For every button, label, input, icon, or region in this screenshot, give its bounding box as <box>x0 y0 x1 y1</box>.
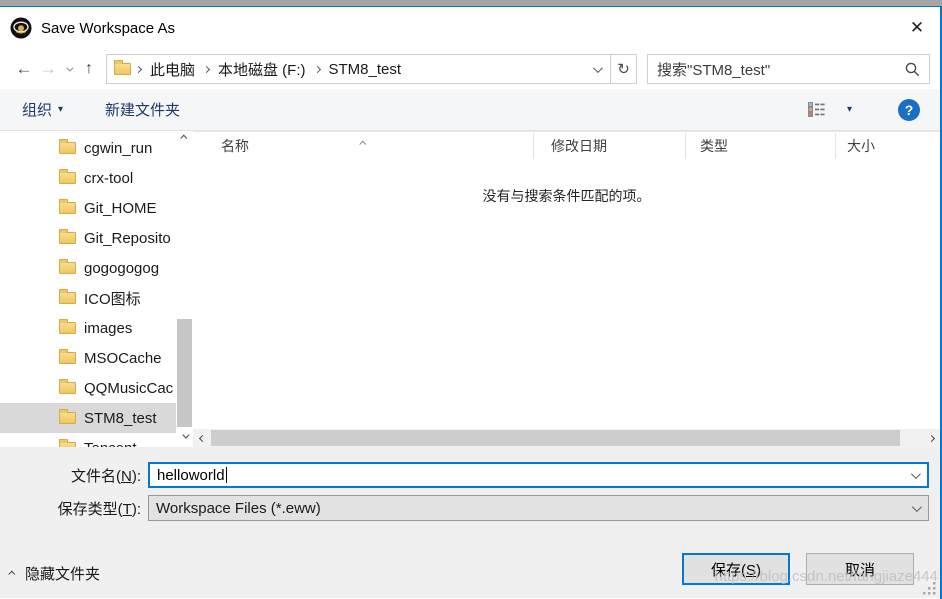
refresh-icon[interactable]: ↻ <box>611 54 637 84</box>
up-icon[interactable]: ↑ <box>76 60 102 78</box>
folder-sidebar: cgwin_run crx-tool Git_HOME Git_Reposito… <box>0 131 176 447</box>
breadcrumb-this-pc[interactable]: 此电脑 <box>142 59 203 80</box>
breadcrumb-stm8-test[interactable]: STM8_test <box>321 61 410 78</box>
sidebar-scrollbar[interactable] <box>176 131 193 447</box>
screen: Save Workspace As ✕ ← → ↑ 此电脑 本地磁盘 (F:) … <box>0 0 942 599</box>
organize-button[interactable]: 组织 ▾ <box>22 99 63 120</box>
sidebar-item-msocache[interactable]: MSOCache <box>0 343 176 373</box>
column-header-size[interactable]: 大小 <box>836 133 940 159</box>
content-area: cgwin_run crx-tool Git_HOME Git_Reposito… <box>0 131 940 447</box>
column-header-name[interactable]: 名称 <box>193 133 534 159</box>
save-button[interactable]: 保存(S) <box>682 553 790 585</box>
folder-icon <box>59 352 76 364</box>
breadcrumb-separator-icon[interactable] <box>135 67 142 72</box>
horizontal-scrollbar-track[interactable] <box>211 429 922 447</box>
scroll-right-icon[interactable] <box>922 436 940 441</box>
search-box[interactable]: 搜索"STM8_test" <box>647 54 930 84</box>
organize-label: 组织 <box>22 99 52 120</box>
app-icon <box>10 17 32 39</box>
breadcrumb-local-disk-f[interactable]: 本地磁盘 (F:) <box>210 59 314 80</box>
hide-folders-button[interactable]: 隐藏文件夹 <box>10 563 100 584</box>
address-dropdown-chevron-icon[interactable] <box>593 66 610 73</box>
sidebar-scrollbar-thumb[interactable] <box>177 319 192 427</box>
sidebar-item-crx-tool[interactable]: crx-tool <box>0 163 176 193</box>
folder-icon <box>59 442 76 447</box>
filename-row: 文件名(N): helloworld <box>0 462 940 488</box>
bottom-bar: 隐藏文件夹 保存(S) 取消 https://blog.csdn.net/fan… <box>0 541 940 598</box>
toolbar-right-group: ▾ ? <box>808 99 920 121</box>
breadcrumb-separator-icon[interactable] <box>314 67 321 72</box>
resize-grip-icon[interactable] <box>922 581 936 595</box>
view-dropdown-icon[interactable]: ▾ <box>847 104 852 115</box>
folder-icon <box>59 322 76 334</box>
sidebar-item-gogogogog[interactable]: gogogogog <box>0 253 176 283</box>
collapse-chevron-icon <box>8 571 15 578</box>
sidebar-item-cgwin-run[interactable]: cgwin_run <box>0 133 176 163</box>
filename-dropdown-chevron-icon[interactable] <box>911 472 927 479</box>
details-view-icon[interactable] <box>808 102 825 117</box>
dialog-title: Save Workspace As <box>41 20 175 37</box>
sidebar-item-ico[interactable]: ICO图标 <box>0 283 176 313</box>
folder-icon <box>59 142 76 154</box>
sidebar-item-qqmusiccac[interactable]: QQMusicCac <box>0 373 176 403</box>
command-toolbar: 组织 ▾ 新建文件夹 ▾ ? <box>0 89 940 131</box>
back-icon[interactable]: ← <box>12 59 36 79</box>
column-header-type[interactable]: 类型 <box>686 133 836 159</box>
sidebar-item-tencent[interactable]: Tencent <box>0 433 176 447</box>
navigation-bar: ← → ↑ 此电脑 本地磁盘 (F:) STM8_test ↻ 搜索"STM8_… <box>0 49 940 89</box>
new-folder-button[interactable]: 新建文件夹 <box>105 99 180 120</box>
savetype-select[interactable]: Workspace Files (*.eww) <box>148 495 929 521</box>
fields-section: 文件名(N): helloworld 保存类型(T): Workspace Fi… <box>0 447 940 541</box>
savetype-label: 保存类型(T): <box>0 498 148 519</box>
horizontal-scrollbar[interactable] <box>193 429 940 447</box>
scroll-up-icon[interactable] <box>176 135 193 140</box>
folder-icon <box>59 292 76 304</box>
filename-input[interactable]: helloworld <box>148 462 929 488</box>
close-icon[interactable]: ✕ <box>894 7 940 49</box>
folder-icon <box>59 202 76 214</box>
savetype-row: 保存类型(T): Workspace Files (*.eww) <box>0 495 940 521</box>
title-bar: Save Workspace As ✕ <box>0 7 940 49</box>
horizontal-scrollbar-thumb[interactable] <box>211 430 900 446</box>
search-icon[interactable] <box>905 62 920 77</box>
sidebar-item-images[interactable]: images <box>0 313 176 343</box>
forward-icon: → <box>36 59 60 79</box>
recent-locations-chevron-icon[interactable] <box>60 67 76 72</box>
savetype-dropdown-chevron-icon[interactable] <box>912 505 928 512</box>
folder-icon <box>59 382 76 394</box>
scroll-left-icon[interactable] <box>193 436 211 441</box>
filename-label: 文件名(N): <box>0 465 148 486</box>
sidebar-item-git-reposito[interactable]: Git_Reposito <box>0 223 176 253</box>
new-folder-label: 新建文件夹 <box>105 99 180 120</box>
address-bar[interactable]: 此电脑 本地磁盘 (F:) STM8_test <box>106 54 611 84</box>
sidebar-item-git-home[interactable]: Git_HOME <box>0 193 176 223</box>
scroll-down-icon[interactable] <box>176 434 193 439</box>
address-folder-icon <box>114 63 131 75</box>
save-workspace-dialog: Save Workspace As ✕ ← → ↑ 此电脑 本地磁盘 (F:) … <box>0 6 942 599</box>
folder-icon <box>59 412 76 424</box>
cancel-button[interactable]: 取消 <box>806 553 914 585</box>
folder-icon <box>59 232 76 244</box>
organize-dropdown-icon: ▾ <box>58 104 63 115</box>
help-icon[interactable]: ? <box>898 99 920 121</box>
file-list-area: 名称 修改日期 类型 大小 没有与搜索条件匹配的项。 <box>193 131 940 447</box>
empty-search-message: 没有与搜索条件匹配的项。 <box>193 186 940 206</box>
column-header-date-modified[interactable]: 修改日期 <box>534 133 686 159</box>
text-cursor <box>226 467 227 483</box>
search-input[interactable]: 搜索"STM8_test" <box>657 59 770 80</box>
sidebar-item-stm8-test[interactable]: STM8_test <box>0 403 176 433</box>
sort-ascending-icon <box>361 133 366 149</box>
breadcrumb-separator-icon[interactable] <box>203 67 210 72</box>
folder-icon <box>59 262 76 274</box>
column-headers: 名称 修改日期 类型 大小 <box>193 132 940 160</box>
folder-icon <box>59 172 76 184</box>
